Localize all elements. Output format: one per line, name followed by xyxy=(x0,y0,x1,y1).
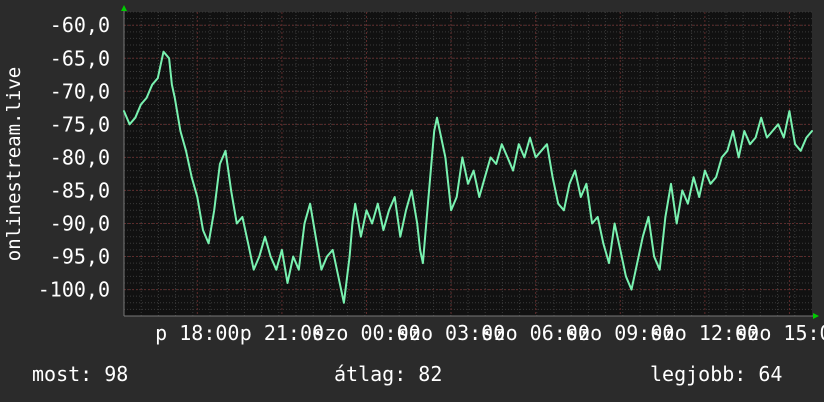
y-tick-label: -90,0 xyxy=(50,211,110,235)
y-tick-label: -95,0 xyxy=(50,245,110,269)
y-tick-label: -85,0 xyxy=(50,178,110,202)
y-axis-label: onlinestream.live xyxy=(3,67,25,261)
x-tick-label: p 18:00 xyxy=(155,321,239,345)
y-axis-arrow xyxy=(121,5,127,11)
x-tick-label: szo 15:00 xyxy=(735,321,824,345)
y-tick-label: -75,0 xyxy=(50,112,110,136)
y-tick-label: -65,0 xyxy=(50,46,110,70)
average-value-text: átlag: 82 xyxy=(334,362,443,386)
rrd-line-chart: -100,0 -95,0 -90,0 -85,0 -80,0 -75,0 -70,0 -65,… xyxy=(3,5,824,345)
best-value-text: legjobb: 64 xyxy=(650,362,783,386)
x-axis-arrow xyxy=(813,313,819,319)
y-tick-label: -60,0 xyxy=(50,13,110,37)
y-tick-label: -100,0 xyxy=(38,278,110,302)
y-tick-label: -70,0 xyxy=(50,79,110,103)
current-value-text: most: 98 xyxy=(32,362,129,386)
y-tick-label: -80,0 xyxy=(50,145,110,169)
